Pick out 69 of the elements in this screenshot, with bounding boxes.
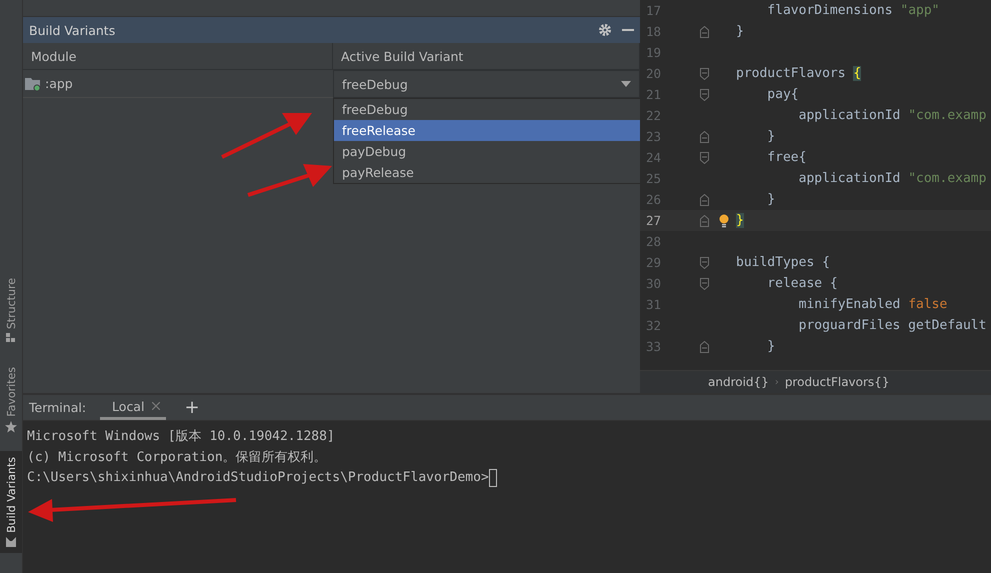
line-number: 19 bbox=[645, 45, 662, 60]
side-tab[interactable]: Build Variants bbox=[0, 451, 22, 553]
code-line: flavorDimensions "app" bbox=[766, 3, 940, 18]
terminal-line: (c) Microsoft Corporation。保留所有权利。 bbox=[27, 448, 327, 466]
settings-icon[interactable] bbox=[598, 23, 612, 37]
fold-icon[interactable] bbox=[700, 278, 708, 290]
code-line: release { bbox=[766, 276, 838, 291]
fold-icon[interactable] bbox=[700, 68, 708, 80]
fold-icon[interactable] bbox=[700, 26, 708, 38]
line-number: 25 bbox=[645, 171, 662, 186]
line-number: 24 bbox=[645, 150, 662, 165]
line-number: 17 bbox=[645, 3, 662, 18]
line-number: 30 bbox=[645, 276, 662, 291]
dropdown-option[interactable]: payDebug bbox=[334, 141, 641, 162]
line-number: 20 bbox=[645, 66, 662, 81]
breadcrumb-separator: › bbox=[774, 376, 779, 388]
dropdown-option[interactable]: freeDebug bbox=[334, 99, 641, 120]
code-line: } bbox=[736, 24, 744, 39]
line-number: 21 bbox=[645, 87, 662, 102]
breadcrumb[interactable]: android{} bbox=[708, 375, 769, 389]
dropdown-arrow-icon bbox=[621, 81, 631, 87]
code-line: } bbox=[766, 192, 776, 207]
side-tab[interactable]: Structure bbox=[0, 272, 22, 350]
new-tab-button[interactable]: + bbox=[180, 397, 204, 418]
fold-icon[interactable] bbox=[700, 214, 708, 226]
code-line: pay{ bbox=[766, 87, 799, 102]
terminal-line: C:\Users\shixinhua\AndroidStudioProjects\ProductFlavorDemo> bbox=[27, 470, 489, 485]
fold-icon[interactable] bbox=[700, 256, 708, 268]
terminal-label: Terminal: bbox=[29, 400, 86, 415]
line-number: 23 bbox=[645, 129, 662, 144]
text-cursor bbox=[488, 468, 497, 486]
module-name: :app bbox=[45, 76, 73, 91]
dropdown-option[interactable]: payRelease bbox=[334, 162, 641, 183]
line-number: 26 bbox=[645, 192, 662, 207]
line-number: 18 bbox=[645, 24, 662, 39]
breadcrumb[interactable]: productFlavors{} bbox=[784, 375, 890, 389]
code-line: minifyEnabled false bbox=[798, 297, 948, 312]
line-number: 22 bbox=[645, 108, 662, 123]
terminal-line: Microsoft Windows [版本 10.0.19042.1288] bbox=[27, 428, 335, 444]
side-tab[interactable]: Favorites bbox=[0, 361, 22, 440]
code-line: } bbox=[766, 339, 776, 354]
fold-icon[interactable] bbox=[700, 340, 708, 352]
line-number: 32 bbox=[645, 318, 662, 333]
line-number: 33 bbox=[645, 339, 662, 354]
code-line: proguardFiles getDefault bbox=[798, 318, 986, 333]
line-number: 31 bbox=[645, 297, 662, 312]
fold-icon[interactable] bbox=[700, 152, 708, 164]
terminal-tab[interactable]: Local bbox=[100, 395, 166, 420]
structure-icon bbox=[6, 333, 16, 344]
panel-title: Build Variants bbox=[29, 22, 116, 38]
code-line: } bbox=[766, 129, 776, 144]
star-icon bbox=[5, 421, 17, 434]
close-icon[interactable] bbox=[152, 402, 160, 410]
line-number: 27 bbox=[645, 213, 662, 228]
variants-icon bbox=[6, 537, 16, 547]
fold-icon[interactable] bbox=[700, 130, 708, 142]
fold-icon[interactable] bbox=[700, 194, 708, 206]
code-line: productFlavors { bbox=[736, 66, 862, 81]
dropdown-option[interactable]: freeRelease bbox=[334, 120, 641, 141]
code-line: applicationId "com.examp bbox=[798, 171, 986, 186]
line-number: 29 bbox=[645, 255, 662, 270]
code-line: free{ bbox=[766, 150, 806, 165]
code-line: applicationId "com.examp bbox=[798, 108, 986, 123]
variant-dropdown[interactable]: freeDebug bbox=[333, 70, 640, 98]
fold-icon[interactable] bbox=[700, 88, 708, 100]
line-number: 28 bbox=[645, 234, 662, 249]
code-line: buildTypes { bbox=[736, 255, 830, 270]
column-header: Module bbox=[23, 43, 333, 69]
lightbulb-icon[interactable] bbox=[719, 214, 729, 228]
